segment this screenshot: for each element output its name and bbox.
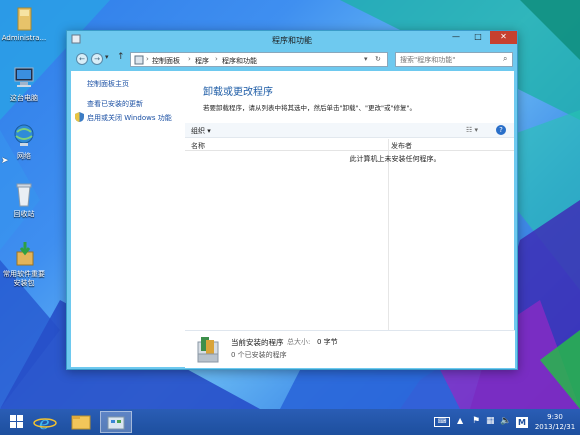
action-center-flag-icon[interactable]: ⚑ xyxy=(472,416,480,426)
breadcrumb-programs[interactable]: 程序 xyxy=(195,56,209,66)
taskbar: e ⌨ ▲ ⚑ ▦ 🔈 M 9:30 2013/12/31 xyxy=(0,409,580,435)
desktop-icon-installer[interactable]: 常用软件重要安装包 xyxy=(0,240,48,288)
address-bar[interactable]: › 控制面板 › 程序 › 程序和功能 ▾ ↻ xyxy=(130,52,388,67)
input-method-indicator[interactable]: M xyxy=(516,417,528,428)
start-icon xyxy=(10,415,23,428)
content-area: 控制面板主页 查看已安装的更新 启用或关闭 Windows 功能 卸载或更改程序… xyxy=(71,71,514,367)
view-options-icon[interactable]: ☷ ▾ xyxy=(466,126,478,134)
system-clock[interactable]: 9:30 2013/12/31 xyxy=(532,412,578,432)
details-title: 当前安装的程序 xyxy=(231,338,284,347)
desktop-icon-recycle-bin[interactable]: 回收站 xyxy=(0,180,48,219)
windows-features-link[interactable]: 启用或关闭 Windows 功能 xyxy=(87,113,172,123)
taskbar-internet-explorer[interactable]: e xyxy=(30,411,60,434)
svg-text:e: e xyxy=(39,413,50,433)
minimize-button[interactable]: — xyxy=(445,31,467,44)
computer-icon xyxy=(9,64,39,92)
breadcrumb-separator-icon: › xyxy=(146,55,149,63)
page-heading: 卸载或更改程序 xyxy=(203,87,273,98)
taskbar-control-panel[interactable] xyxy=(100,411,132,433)
column-header-row: 名称 发布者 xyxy=(185,139,514,151)
control-panel-icon xyxy=(107,416,125,430)
keyboard-icon[interactable]: ⌨ xyxy=(434,417,450,427)
clock-date: 2013/12/31 xyxy=(534,423,576,431)
page-description: 若要卸载程序，请从列表中将其选中，然后单击"卸载"、"更改"或"修复"。 xyxy=(203,104,416,112)
shield-icon xyxy=(75,112,84,122)
control-panel-icon xyxy=(134,55,144,65)
window-titlebar[interactable]: 程序和功能 — □ ✕ xyxy=(67,31,517,49)
desktop-icon-label: 常用软件重要安装包 xyxy=(3,270,45,287)
program-list-pane: 卸载或更改程序 若要卸载程序，请从列表中将其选中，然后单击"卸载"、"更改"或"… xyxy=(185,71,514,367)
desktop-icon-label: 回收站 xyxy=(13,210,35,218)
programs-and-features-window: 程序和功能 — □ ✕ ← → ▾ ↑ › 控制面板 › 程序 › 程序和功能 … xyxy=(66,30,518,370)
address-dropdown-chevron-icon[interactable]: ▾ xyxy=(364,55,368,63)
internet-explorer-icon: e xyxy=(33,413,57,434)
mouse-cursor-icon: ➤ xyxy=(1,156,9,166)
help-icon[interactable]: ? xyxy=(496,125,506,135)
show-hidden-icons-chevron-icon[interactable]: ▲ xyxy=(457,416,463,425)
clock-time: 9:30 xyxy=(547,413,563,421)
recent-locations-chevron-icon[interactable]: ▾ xyxy=(105,53,109,61)
desktop: Administra... 这台电脑 网络 回收站 常用软件重要安装包 程序和功… xyxy=(0,0,580,409)
list-toolbar: 组织 ▾ ☷ ▾ ? xyxy=(185,123,514,138)
column-header-name[interactable]: 名称 xyxy=(191,141,205,151)
refresh-button[interactable]: ↻ xyxy=(375,55,381,63)
desktop-icon-administrator[interactable]: Administra... xyxy=(0,4,48,43)
close-button[interactable]: ✕ xyxy=(490,31,517,44)
taskbar-file-explorer[interactable] xyxy=(66,411,96,433)
installer-package-icon xyxy=(9,240,39,268)
start-button[interactable] xyxy=(2,411,32,433)
network-status-icon[interactable]: ▦ xyxy=(486,416,495,426)
organize-button[interactable]: 组织 ▾ xyxy=(191,126,211,136)
desktop-icon-this-pc[interactable]: 这台电脑 xyxy=(0,64,48,103)
search-input[interactable] xyxy=(395,52,513,67)
file-explorer-icon xyxy=(71,415,91,430)
desktop-icon-label: Administra... xyxy=(1,34,47,42)
view-installed-updates-link[interactable]: 查看已安装的更新 xyxy=(87,99,143,109)
up-button[interactable]: ↑ xyxy=(117,52,125,62)
installed-programs-icon xyxy=(197,337,219,363)
details-pane: 当前安装的程序 总大小: 0 字节 0 个已安装的程序 xyxy=(185,330,515,368)
user-folder-icon xyxy=(9,4,39,32)
empty-list-message: 此计算机上未安装任何程序。 xyxy=(349,155,441,163)
network-icon xyxy=(9,122,39,150)
details-size-label: 总大小: xyxy=(287,338,311,346)
breadcrumb-separator-icon: › xyxy=(188,55,191,63)
recycle-bin-icon xyxy=(9,180,39,208)
details-program-count: 0 个已安装的程序 xyxy=(231,351,287,359)
column-header-publisher[interactable]: 发布者 xyxy=(391,141,412,151)
breadcrumb-programs-and-features[interactable]: 程序和功能 xyxy=(222,56,257,66)
breadcrumb-control-panel[interactable]: 控制面板 xyxy=(152,56,180,66)
search-icon[interactable]: ⌕ xyxy=(503,54,507,64)
volume-icon[interactable]: 🔈 xyxy=(500,416,511,426)
details-size-value: 0 字节 xyxy=(317,338,338,346)
left-task-pane: 控制面板主页 查看已安装的更新 启用或关闭 Windows 功能 xyxy=(71,71,185,367)
back-button[interactable]: ← xyxy=(76,53,88,65)
navigation-bar: ← → ▾ ↑ › 控制面板 › 程序 › 程序和功能 ▾ ↻ ⌕ xyxy=(67,49,517,71)
control-panel-home-link[interactable]: 控制面板主页 xyxy=(87,79,129,89)
breadcrumb-separator-icon: › xyxy=(215,55,218,63)
maximize-button[interactable]: □ xyxy=(467,31,489,44)
desktop-icon-label: 这台电脑 xyxy=(10,94,38,102)
column-divider xyxy=(388,139,389,355)
forward-button[interactable]: → xyxy=(91,53,103,65)
